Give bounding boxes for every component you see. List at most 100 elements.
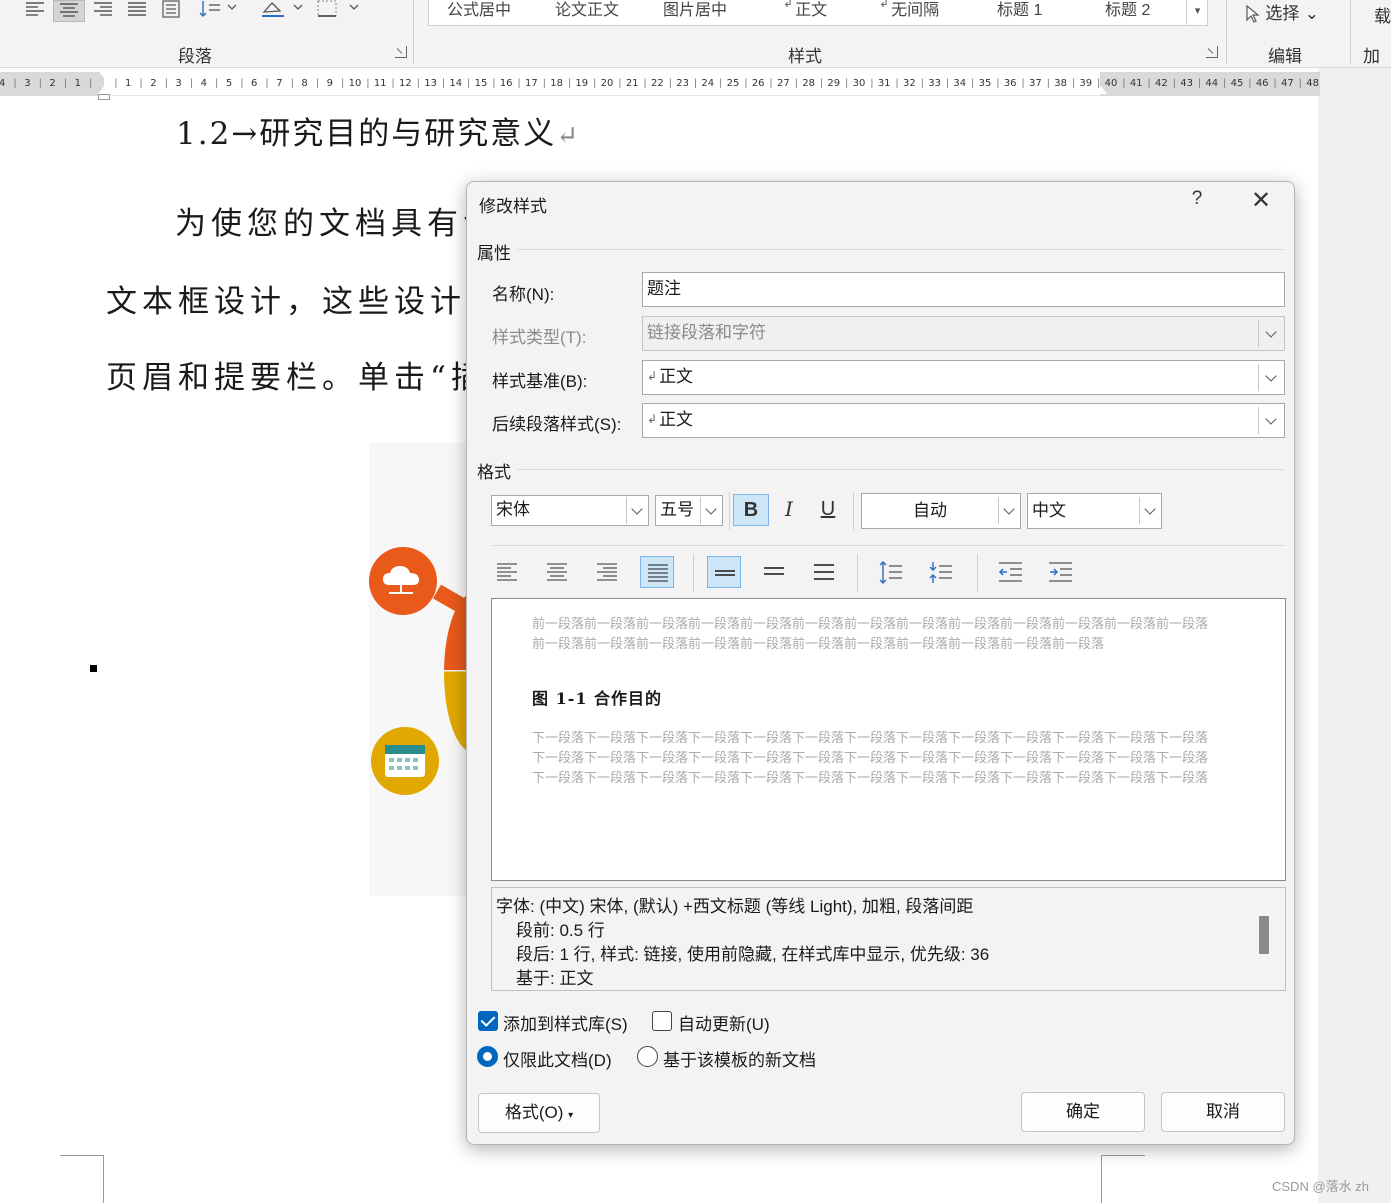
ruler-tick-label: 1 [125, 78, 132, 89]
ruler-tick-mark: | [391, 78, 395, 89]
hanging-indent-marker[interactable] [98, 86, 110, 94]
style-type-select[interactable]: 链接段落和字符 [642, 316, 1285, 351]
ruler-tick-mark: | [996, 78, 1000, 89]
close-icon[interactable]: ✕ [1247, 188, 1275, 216]
align-center-icon[interactable] [540, 556, 574, 588]
ok-button[interactable]: 确定 [1021, 1092, 1145, 1132]
ruler-tick-label: 28 [802, 78, 815, 89]
decrease-paragraph-spacing-icon[interactable] [922, 556, 956, 588]
ruler-tick-mark: | [593, 78, 596, 89]
select-button[interactable]: 选择 ⌄ [1244, 4, 1334, 26]
font-size-select[interactable]: 五号 [655, 495, 723, 526]
ruler-tick-mark: | [1223, 78, 1226, 89]
left-indent-marker[interactable] [98, 94, 110, 100]
shading-icon[interactable] [260, 0, 308, 22]
help-icon[interactable]: ? [1185, 188, 1209, 214]
align-right-icon[interactable] [92, 0, 116, 22]
ruler-tick-label: 2 [49, 78, 56, 89]
doc-body-line[interactable]: 页眉和提要栏。单击“插 [106, 352, 487, 397]
auto-update-checkbox[interactable] [652, 1011, 672, 1031]
ruler-tick-mark: | [1147, 78, 1151, 89]
style-item[interactable]: 公式居中 [447, 0, 511, 20]
ruler-tick-label: 5 [225, 78, 233, 89]
bold-button[interactable]: B [733, 494, 769, 526]
following-style-select[interactable]: ↲ 正文 [642, 403, 1285, 438]
italic-button[interactable]: I [773, 494, 805, 526]
name-input[interactable]: 题注 [642, 272, 1285, 307]
modify-style-dialog: 修改样式 ? ✕ 属性 名称(N): 题注 样式类型(T): 链接段落和字符 样… [466, 181, 1295, 1145]
auto-update-label[interactable]: 自动更新(U) [678, 1010, 770, 1035]
based-on-select[interactable]: ↲ 正文 [642, 360, 1285, 395]
style-item-label: 无间隔 [891, 2, 940, 19]
this-document-only-label[interactable]: 仅限此文档(D) [503, 1046, 612, 1071]
align-left-icon[interactable] [490, 556, 524, 588]
style-item[interactable]: 标题 1 [997, 0, 1042, 20]
font-size-value: 五号 [660, 500, 694, 519]
ruler-tick-label: 26 [751, 78, 765, 89]
underline-button[interactable]: U [811, 494, 845, 526]
ruler-tick-label: 14 [449, 78, 463, 89]
ruler-tick-mark: | [1047, 78, 1050, 89]
styles-gallery[interactable]: 公式居中 论文正文 图片居中 ↲ 正文 ↲ 无间隔 标题 1 标题 2 ▾ [428, 0, 1208, 26]
description-scrollbar-thumb[interactable] [1259, 916, 1269, 954]
preview-previous-paragraph: 前一段落前一段落前一段落前一段落前一段落前一段落前一段落前一段落前一段落前一段落… [532, 617, 1209, 652]
add-to-gallery-checkbox[interactable] [478, 1011, 498, 1031]
ruler-tick-mark: | [1072, 78, 1075, 89]
doc-heading[interactable]: 1.2→研究目的与研究意义↵ [176, 108, 580, 153]
paragraph-launcher-icon[interactable] [395, 46, 407, 58]
gallery-more-icon[interactable]: ▾ [1186, 0, 1208, 26]
ruler-tick-mark: | [971, 78, 974, 89]
increase-indent-icon[interactable] [1042, 556, 1076, 588]
description-line: 段后: 1 行, 样式: 链接, 使用前隐藏, 在样式库中显示, 优先级: 36 [516, 945, 990, 964]
align-center-icon[interactable] [53, 0, 85, 22]
style-item[interactable]: 图片居中 [663, 0, 727, 20]
borders-icon[interactable] [316, 0, 364, 22]
ruler-tick-mark: | [1021, 78, 1025, 89]
toolbar-divider [853, 492, 854, 530]
right-indent-marker[interactable] [1095, 86, 1107, 94]
doc-body-line[interactable]: 为使您的文档具有专 [175, 198, 499, 243]
toolbar-divider [857, 554, 858, 592]
ruler-tick-mark: | [240, 78, 244, 89]
justify-icon[interactable] [640, 556, 674, 588]
justify-icon[interactable] [126, 0, 150, 22]
toolbar-divider [693, 554, 694, 592]
line-spacing-icon[interactable] [198, 0, 242, 22]
ruler-tick-label: 35 [978, 78, 992, 89]
ruler-tick-mark: | [492, 78, 496, 89]
ruler-tick-label: 13 [424, 78, 437, 89]
ruler-tick-label: 3 [175, 78, 182, 89]
style-item-label: 正文 [795, 2, 828, 19]
distributed-icon[interactable] [160, 0, 184, 22]
ruler-tick-label: 37 [1029, 78, 1042, 89]
styles-launcher-icon[interactable] [1206, 46, 1218, 58]
double-spacing-icon[interactable] [807, 556, 841, 588]
single-spacing-icon[interactable] [707, 556, 741, 588]
style-item[interactable]: ↲ 无间隔 [879, 0, 939, 20]
style-item[interactable]: 论文正文 [555, 0, 619, 20]
font-select[interactable]: 宋体 [491, 495, 649, 526]
style-item[interactable]: 标题 2 [1105, 0, 1150, 20]
ruler-tick-mark: | [719, 78, 722, 89]
add-to-gallery-label[interactable]: 添加到样式库(S) [503, 1010, 628, 1035]
this-document-only-radio[interactable] [477, 1046, 498, 1067]
cancel-button[interactable]: 取消 [1161, 1092, 1285, 1132]
style-item[interactable]: ↲ 正文 [783, 0, 827, 20]
ruler-tick-mark: | [517, 78, 521, 89]
font-color-select[interactable]: 自动 [861, 493, 1021, 529]
decrease-indent-icon[interactable] [992, 556, 1026, 588]
ruler-tick-mark: | [643, 78, 647, 89]
align-right-icon[interactable] [590, 556, 624, 588]
increase-paragraph-spacing-icon[interactable] [872, 556, 906, 588]
one-half-spacing-icon[interactable] [757, 556, 791, 588]
script-select[interactable]: 中文 [1027, 493, 1162, 529]
horizontal-ruler[interactable]: 4 3 2 1 1 2 3 4 5 6 7 8 9 10 11 12 13 14 15 16 17 18 19 20 21 22 2… [0, 70, 1320, 100]
doc-body-line[interactable]: 文本框设计，这些设计可 [106, 276, 502, 321]
ruler-tick-label: 34 [953, 78, 967, 89]
new-documents-radio[interactable] [637, 1046, 658, 1067]
ruler-tick-mark: | [165, 78, 168, 89]
new-documents-label[interactable]: 基于该模板的新文档 [663, 1046, 816, 1071]
first-indent-marker[interactable] [98, 70, 110, 78]
align-left-icon[interactable] [24, 0, 48, 22]
format-button[interactable]: 格式(O) ▾ [478, 1093, 600, 1133]
